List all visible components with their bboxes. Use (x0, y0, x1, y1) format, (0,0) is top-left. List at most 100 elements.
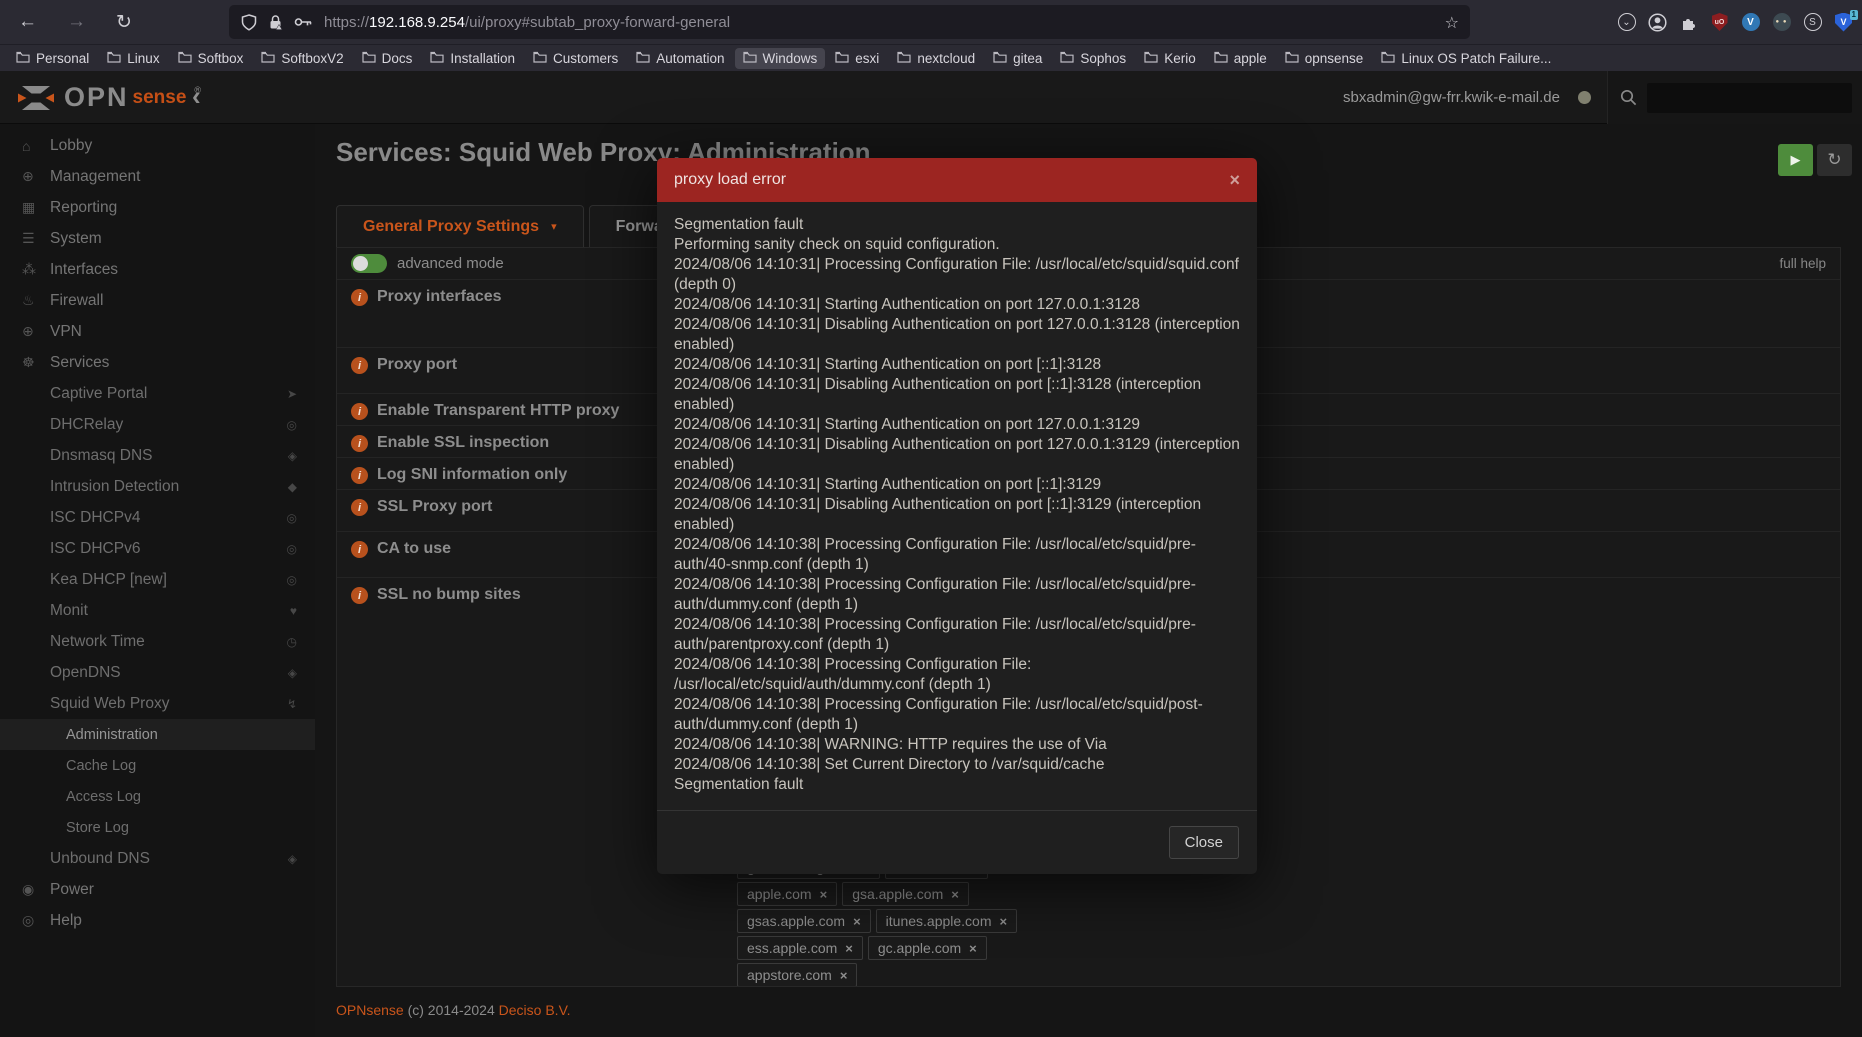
bookmark-item[interactable]: opnsense (1277, 48, 1372, 69)
sidebar-item[interactable]: ⌂ Lobby (0, 130, 315, 161)
bookmark-item[interactable]: N Linux OS Patch Failure... (1373, 48, 1559, 69)
bookmark-item[interactable]: Automation (628, 48, 732, 69)
bookmark-item[interactable]: Docs (354, 48, 421, 69)
token-chip[interactable]: itunes.apple.com × (876, 909, 1017, 933)
vue-devtools-icon[interactable]: V (1740, 12, 1761, 33)
reload-button[interactable]: ↻ (116, 11, 132, 34)
token-chip[interactable]: appstore.com × (737, 963, 857, 987)
footer-brand-link[interactable]: OPNsense (336, 1002, 404, 1018)
info-icon[interactable]: i (351, 289, 368, 306)
bookmark-item[interactable]: esxi (827, 48, 887, 69)
advanced-mode-toggle[interactable] (351, 254, 387, 273)
service-restart-button[interactable]: ↻ (1817, 144, 1852, 176)
bookmark-item[interactable]: Customers (525, 48, 626, 69)
bookmark-item[interactable]: Linux (99, 48, 167, 69)
extensions-puzzle-icon[interactable] (1678, 12, 1699, 33)
bookmark-item[interactable]: Installation (422, 48, 523, 69)
full-help-label[interactable]: full help (1779, 256, 1826, 271)
sidebar-item[interactable]: ♨ Firewall (0, 285, 315, 316)
sidebar-item[interactable]: OpenDNS ◈ (0, 657, 315, 688)
sidebar-item[interactable]: Access Log (0, 781, 315, 812)
modal-close-icon[interactable]: × (1229, 172, 1240, 188)
sidebar-item[interactable]: ☰ System (0, 223, 315, 254)
sidebar-item[interactable]: ▦ Reporting (0, 192, 315, 223)
service-start-button[interactable]: ▶ (1778, 144, 1813, 176)
url-bar[interactable]: https://192.168.9.254/ui/proxy#subtab_pr… (229, 5, 1470, 39)
token-chip[interactable]: gc.apple.com × (868, 936, 987, 960)
sidebar-item[interactable]: ⊕ Management (0, 161, 315, 192)
modal-close-button[interactable]: Close (1169, 826, 1239, 859)
sidebar-item[interactable]: Store Log (0, 812, 315, 843)
search-input[interactable] (1647, 83, 1852, 113)
sidebar-item[interactable]: ISC DHCPv4 ◎ (0, 502, 315, 533)
robot-extension-icon[interactable]: ● ● (1771, 12, 1792, 33)
info-icon[interactable]: i (351, 435, 368, 452)
folder-icon (533, 51, 547, 66)
ublock-icon[interactable]: uO (1709, 12, 1730, 33)
sidebar-item[interactable]: Network Time ◷ (0, 626, 315, 657)
token-chip[interactable]: gsa.apple.com × (842, 882, 969, 906)
password-manager-icon[interactable]: V1 (1833, 12, 1854, 33)
info-icon[interactable]: i (351, 541, 368, 558)
sidebar-item[interactable]: Cache Log (0, 750, 315, 781)
ghostery-icon[interactable]: S (1802, 12, 1823, 33)
send-icon: ➤ (287, 387, 297, 401)
bookmark-item[interactable]: nextcloud (889, 48, 983, 69)
token-remove-icon[interactable]: × (845, 941, 853, 956)
sidebar-item[interactable]: ☸ Services (0, 347, 315, 378)
opnsense-logo[interactable]: OPNsense® (16, 82, 201, 113)
url-text[interactable]: https://192.168.9.254/ui/proxy#subtab_pr… (324, 14, 730, 31)
sidebar-item[interactable]: ⊕ VPN (0, 316, 315, 347)
sidebar-item[interactable]: ◉ Power (0, 874, 315, 905)
token-remove-icon[interactable]: × (951, 887, 959, 902)
bookmark-item[interactable]: Windows (735, 48, 826, 69)
search-icon[interactable] (1620, 89, 1637, 106)
back-button[interactable]: ← (18, 11, 37, 33)
token-remove-icon[interactable]: × (969, 941, 977, 956)
target-icon: ◎ (287, 542, 297, 556)
bookmark-star-icon[interactable]: ☆ (1445, 13, 1459, 33)
sidebar-item[interactable]: ◎ Help (0, 905, 315, 936)
sidebar-item[interactable]: Unbound DNS ◈ (0, 843, 315, 874)
bookmark-item[interactable]: gitea (985, 48, 1050, 69)
pocket-icon[interactable]: ⌄ (1616, 12, 1637, 33)
lock-warning-icon[interactable] (268, 14, 283, 30)
sidebar-item[interactable]: ISC DHCPv6 ◎ (0, 533, 315, 564)
token-remove-icon[interactable]: × (820, 887, 828, 902)
sidebar-item[interactable]: DHCRelay ◎ (0, 409, 315, 440)
sidebar-item[interactable]: Kea DHCP [new] ◎ (0, 564, 315, 595)
account-icon[interactable] (1647, 12, 1668, 33)
footer-company-link[interactable]: Deciso B.V. (499, 1002, 571, 1018)
bookmark-item[interactable]: Softbox (170, 48, 252, 69)
sidebar-item[interactable]: Administration (0, 719, 315, 750)
info-icon[interactable]: i (351, 499, 368, 516)
sidebar-collapse-icon[interactable]: ‹ (192, 81, 201, 111)
power-icon: ◉ (22, 881, 50, 898)
bookmark-item[interactable]: apple (1206, 48, 1275, 69)
tab[interactable]: General Proxy Settings ▾ (336, 205, 584, 248)
sidebar-item[interactable]: Squid Web Proxy ↯ (0, 688, 315, 719)
log-line: Segmentation fault (674, 775, 1240, 795)
bookmark-item[interactable]: Personal (8, 48, 97, 69)
token-remove-icon[interactable]: × (853, 914, 861, 929)
info-icon[interactable]: i (351, 467, 368, 484)
token-chip[interactable]: ess.apple.com × (737, 936, 863, 960)
sidebar-item[interactable]: Intrusion Detection ◆ (0, 471, 315, 502)
info-icon[interactable]: i (351, 587, 368, 604)
sidebar-item[interactable]: Captive Portal ➤ (0, 378, 315, 409)
bookmark-item[interactable]: Kerio (1136, 48, 1204, 69)
sidebar-item[interactable]: Dnsmasq DNS ◈ (0, 440, 315, 471)
tracking-shield-icon[interactable] (241, 14, 257, 31)
token-remove-icon[interactable]: × (1000, 914, 1008, 929)
bookmark-item[interactable]: Sophos (1052, 48, 1134, 69)
sidebar-item[interactable]: Monit ♥ (0, 595, 315, 626)
key-permission-icon[interactable] (294, 15, 313, 29)
info-icon[interactable]: i (351, 357, 368, 374)
token-chip[interactable]: gsas.apple.com × (737, 909, 871, 933)
forward-button[interactable]: → (67, 11, 86, 33)
token-remove-icon[interactable]: × (840, 968, 848, 983)
sidebar-item[interactable]: ⁂ Interfaces (0, 254, 315, 285)
token-chip[interactable]: apple.com × (737, 882, 837, 906)
info-icon[interactable]: i (351, 403, 368, 420)
bookmark-item[interactable]: SoftboxV2 (253, 48, 351, 69)
